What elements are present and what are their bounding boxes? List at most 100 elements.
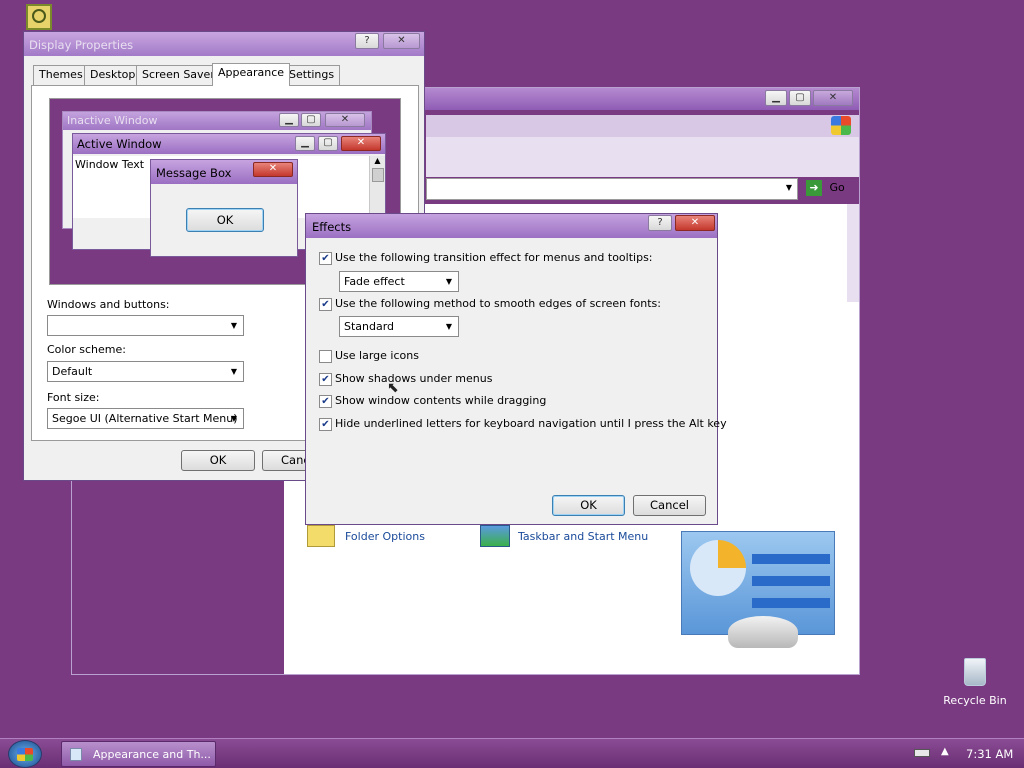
message-box-close-icon: ✕ xyxy=(253,162,293,177)
preview-minimize-icon: ▁ xyxy=(279,113,299,127)
keyboard-icon[interactable] xyxy=(914,749,930,757)
transition-checkbox[interactable]: ✔ xyxy=(319,252,332,265)
active-window-label: Active Window xyxy=(77,137,162,151)
effects-dialog: Effects ? ✕ ✔ Use the following transiti… xyxy=(305,213,727,525)
transition-select[interactable]: Fade effect ▼ xyxy=(339,271,459,292)
tab-themes[interactable]: Themes xyxy=(33,65,89,85)
tray-arrow-icon[interactable]: ▲ xyxy=(941,746,949,757)
task-label: Appearance and Th... xyxy=(93,748,211,761)
ok-button[interactable]: OK xyxy=(181,450,255,471)
chevron-down-icon: ▼ xyxy=(230,367,237,376)
address-dropdown-icon[interactable]: ▼ xyxy=(786,183,792,192)
drag-contents-label: Show window contents while dragging xyxy=(335,394,547,407)
preview-active-maximize-icon: ▢ xyxy=(318,136,338,151)
color-scheme-label: Color scheme: xyxy=(47,343,126,356)
scroll-thumb xyxy=(371,168,384,182)
preview-active-minimize-icon: ▁ xyxy=(295,136,315,151)
taskbar-start-menu-icon xyxy=(480,525,510,547)
color-scheme-select[interactable]: Default ▼ xyxy=(47,361,244,382)
large-icons-checkbox[interactable] xyxy=(319,350,332,363)
font-size-label: Font size: xyxy=(47,391,100,404)
shadows-label: Show shadows under menus xyxy=(335,372,493,385)
preview-scrollbar: ▲ xyxy=(369,156,385,218)
shadows-checkbox[interactable]: ✔ xyxy=(319,373,332,386)
smooth-checkbox[interactable]: ✔ xyxy=(319,298,332,311)
window-title: Display Properties xyxy=(29,38,134,52)
taskbar-task[interactable]: Appearance and Th... xyxy=(61,741,216,767)
windows-logo-icon xyxy=(17,748,33,761)
address-bar[interactable]: ▼ xyxy=(426,178,798,200)
inactive-window-label: Inactive Window xyxy=(67,114,158,127)
windows-buttons-label: Windows and buttons: xyxy=(47,298,170,311)
clock-time[interactable]: 7:31 AM xyxy=(966,747,1013,761)
font-size-select[interactable]: Segoe UI (Alternative Start Menu) ▼ xyxy=(47,408,244,429)
color-scheme-value: Default xyxy=(52,365,93,378)
smooth-select[interactable]: Standard ▼ xyxy=(339,316,459,337)
smooth-value: Standard xyxy=(344,320,395,333)
taskbar-start-menu-link[interactable]: Taskbar and Start Menu xyxy=(480,525,660,551)
folder-options-label: Folder Options xyxy=(345,530,425,543)
effects-body: ✔ Use the following transition effect fo… xyxy=(308,238,727,522)
desktop-shortcut-icon[interactable] xyxy=(26,4,52,30)
tab-screen-saver[interactable]: Screen Saver xyxy=(136,65,221,85)
windows-buttons-select[interactable]: ▼ xyxy=(47,315,244,336)
recycle-bin-label: Recycle Bin xyxy=(943,694,1007,707)
hide-underline-checkbox[interactable]: ✔ xyxy=(319,418,332,431)
pie-chart-icon xyxy=(690,540,746,596)
hide-underline-label: Hide underlined letters for keyboard nav… xyxy=(335,417,727,430)
preview-active-close-icon: ✕ xyxy=(341,136,381,151)
go-button[interactable]: ➜ Go xyxy=(806,180,856,198)
chevron-down-icon: ▼ xyxy=(445,322,452,331)
menu-bar xyxy=(426,115,859,137)
task-icon xyxy=(70,748,82,761)
recycle-bin[interactable]: Recycle Bin xyxy=(940,656,1010,712)
go-label: Go xyxy=(829,181,845,194)
minimize-button[interactable]: ▁ xyxy=(765,90,787,106)
preview-ok-button: OK xyxy=(186,208,264,232)
chevron-down-icon: ▼ xyxy=(230,321,237,330)
preview-maximize-icon: ▢ xyxy=(301,113,321,127)
help-button[interactable]: ? xyxy=(355,33,379,49)
slider-bar-2 xyxy=(752,576,830,586)
tab-desktop[interactable]: Desktop xyxy=(84,65,142,85)
folder-options-icon xyxy=(307,525,335,547)
start-button[interactable] xyxy=(8,740,42,768)
maximize-button[interactable]: ▢ xyxy=(789,90,811,106)
folder-options-link[interactable]: Folder Options xyxy=(307,525,467,551)
mouse-cursor-icon: ⬉ xyxy=(387,380,399,396)
slider-bar-3 xyxy=(752,598,830,608)
toolbar xyxy=(426,137,859,177)
slider-bar-1 xyxy=(752,554,830,564)
mouse-icon xyxy=(728,616,798,648)
help-button[interactable]: ? xyxy=(648,215,672,231)
window-text-label: Window Text xyxy=(75,158,145,171)
transition-value: Fade effect xyxy=(344,275,405,288)
tab-appearance[interactable]: Appearance xyxy=(212,63,291,86)
chevron-down-icon: ▼ xyxy=(445,277,452,286)
close-button[interactable]: ✕ xyxy=(675,215,715,231)
go-arrow-icon: ➜ xyxy=(806,180,822,196)
large-icons-label: Use large icons xyxy=(335,349,419,362)
close-button[interactable]: ✕ xyxy=(813,90,853,106)
transition-label: Use the following transition effect for … xyxy=(335,251,653,264)
tab-settings[interactable]: Settings xyxy=(283,65,341,85)
preview-close-icon: ✕ xyxy=(325,113,365,127)
smooth-label: Use the following method to smooth edges… xyxy=(335,297,661,310)
effects-ok-button[interactable]: OK xyxy=(552,495,625,516)
taskbar-start-menu-label: Taskbar and Start Menu xyxy=(518,530,649,543)
personalization-image xyxy=(681,531,835,648)
preview-message-box: Message Box ✕ OK xyxy=(150,159,298,257)
chevron-down-icon: ▼ xyxy=(230,414,237,423)
content-sidebar-strip xyxy=(847,204,859,302)
font-size-value: Segoe UI (Alternative Start Menu) xyxy=(52,412,238,425)
recycle-bin-icon xyxy=(964,658,986,686)
clock-icon xyxy=(32,9,46,23)
scroll-up-icon: ▲ xyxy=(374,156,381,165)
effects-cancel-button[interactable]: Cancel xyxy=(633,495,706,516)
message-box-label: Message Box xyxy=(156,166,232,180)
effects-title: Effects xyxy=(312,220,352,234)
drag-contents-checkbox[interactable]: ✔ xyxy=(319,395,332,408)
close-button[interactable]: ✕ xyxy=(383,33,420,49)
windows-flag-icon xyxy=(831,116,851,135)
taskbar: Appearance and Th... ▲ 7:31 AM xyxy=(0,738,1024,768)
